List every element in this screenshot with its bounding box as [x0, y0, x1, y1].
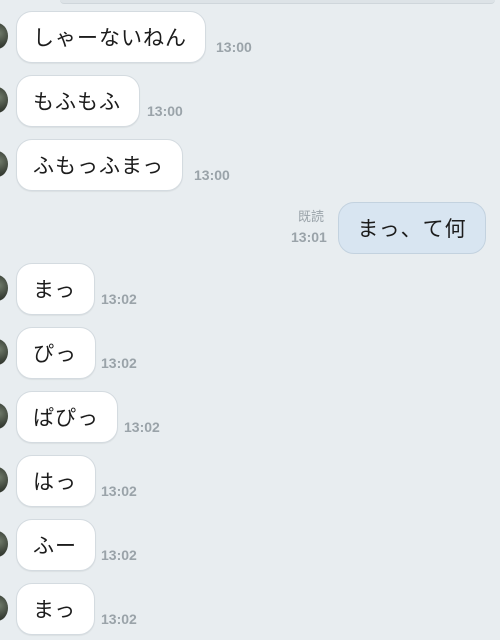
message-text: ふもっふまっ: [33, 154, 165, 178]
sender-avatar[interactable]: [0, 151, 8, 177]
message-text: まっ: [33, 598, 77, 622]
message-text: まっ、て何: [357, 217, 467, 241]
read-receipt-label: 既読: [298, 210, 325, 225]
received-message-bubble[interactable]: まっ: [16, 583, 96, 635]
message-text: ふー: [33, 534, 77, 558]
message-time: 13:02: [124, 419, 160, 435]
sent-message-time: 13:01: [291, 229, 327, 245]
received-message-bubble[interactable]: もふもふ: [16, 75, 140, 127]
message-text: ぴっ: [33, 342, 77, 366]
message-time: 13:00: [147, 103, 183, 119]
message-time: 13:02: [101, 483, 137, 499]
received-message-bubble[interactable]: ふー: [16, 519, 96, 571]
message-time: 13:00: [194, 167, 230, 183]
received-message-bubble[interactable]: ぴっ: [16, 327, 96, 379]
sender-avatar[interactable]: [0, 275, 8, 301]
sent-message-bubble[interactable]: まっ、て何: [338, 202, 486, 254]
received-message-bubble[interactable]: ふもっふまっ: [16, 139, 184, 191]
message-time: 13:00: [216, 39, 252, 55]
message-text: しゃーないねん: [33, 26, 187, 50]
message-text: はっ: [33, 470, 77, 494]
received-message-bubble[interactable]: まっ: [16, 263, 96, 315]
sender-avatar[interactable]: [0, 339, 8, 365]
message-time: 13:02: [101, 355, 137, 371]
sender-avatar[interactable]: [0, 23, 8, 49]
message-time: 13:02: [101, 547, 137, 563]
message-time: 13:02: [101, 611, 137, 627]
received-message-bubble[interactable]: ぱぴっ: [16, 391, 118, 443]
message-text: まっ: [33, 278, 77, 302]
message-text: ぱぴっ: [33, 406, 99, 430]
message-text: もふもふ: [33, 90, 121, 114]
sender-avatar[interactable]: [0, 403, 8, 429]
sender-avatar[interactable]: [0, 467, 8, 493]
sender-avatar[interactable]: [0, 531, 8, 557]
previous-message-edge: [60, 0, 495, 4]
received-message-bubble[interactable]: しゃーないねん: [16, 11, 206, 63]
sender-avatar[interactable]: [0, 595, 8, 621]
received-message-bubble[interactable]: はっ: [16, 455, 96, 507]
message-time: 13:02: [101, 291, 137, 307]
sender-avatar[interactable]: [0, 87, 8, 113]
